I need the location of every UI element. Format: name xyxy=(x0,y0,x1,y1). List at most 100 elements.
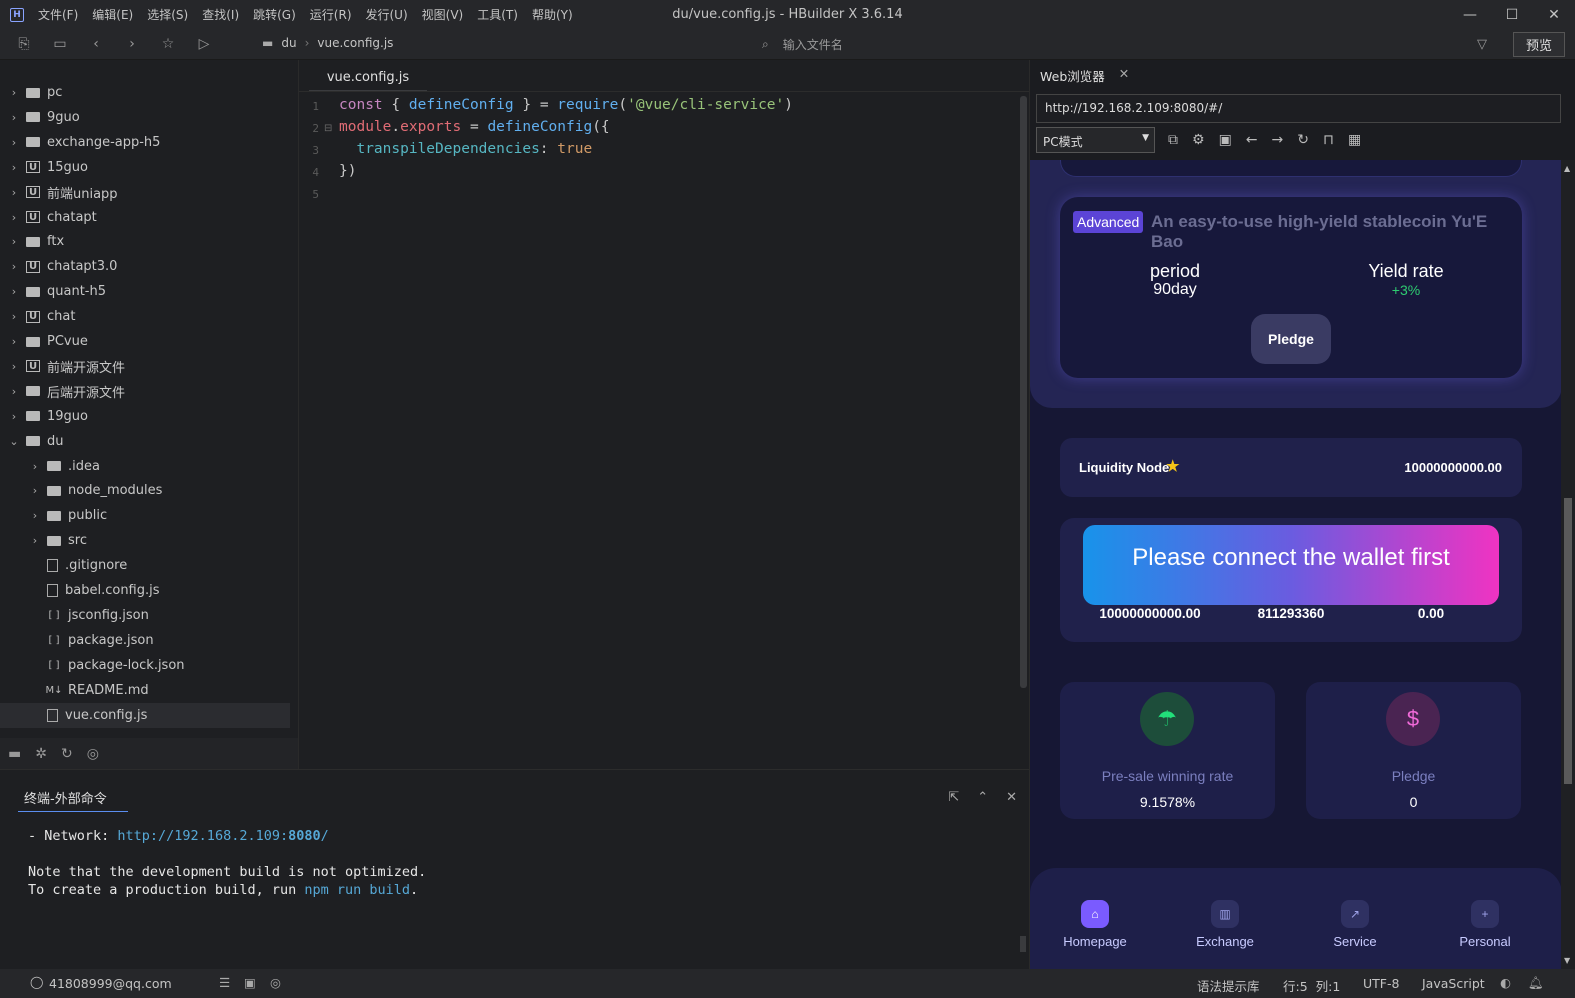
debug-icon[interactable]: ✲ xyxy=(35,746,47,762)
terminal-scrollbar[interactable] xyxy=(1020,936,1026,952)
plugin-status-icon[interactable]: ◎ xyxy=(270,975,281,990)
tree-item[interactable]: [ ] jsconfig.json xyxy=(0,603,290,628)
back-icon[interactable]: ‹ xyxy=(88,36,104,52)
preview-button[interactable]: 预览 xyxy=(1513,32,1565,57)
tree-item[interactable]: [ ] package.json xyxy=(0,628,290,653)
maximize-panel-icon[interactable]: ⌃ xyxy=(977,790,988,805)
chevron-right-icon[interactable]: › xyxy=(8,410,20,423)
scroll-up-icon[interactable]: ▲ xyxy=(1564,164,1570,173)
chevron-right-icon[interactable]: › xyxy=(8,360,20,373)
tree-item[interactable]: › U 前端uniapp xyxy=(0,180,290,205)
refresh-icon[interactable]: ↻ xyxy=(1297,132,1309,148)
tree-item[interactable]: › Uchat xyxy=(0,304,290,329)
tree-item[interactable]: babel.config.js xyxy=(0,578,290,603)
tree-item[interactable]: .gitignore xyxy=(0,553,290,578)
tree-item[interactable]: › 9guo xyxy=(0,105,290,130)
nav-service[interactable]: ↗ Service xyxy=(1315,892,1395,949)
menu-view[interactable]: 视图(V) xyxy=(422,6,464,23)
lock-icon[interactable]: ⊓ xyxy=(1323,132,1334,148)
tree-item[interactable]: › U 前端开源文件 xyxy=(0,354,290,379)
chevron-right-icon[interactable]: › xyxy=(8,335,20,348)
tree-item[interactable]: › node_modules xyxy=(0,478,290,503)
menu-run[interactable]: 运行(R) xyxy=(310,6,352,23)
chevron-right-icon[interactable]: › xyxy=(29,509,41,522)
chevron-right-icon[interactable]: › xyxy=(8,385,20,398)
sync-icon[interactable]: ◐ xyxy=(1500,975,1511,990)
tree-item[interactable]: › exchange-app-h5 xyxy=(0,130,290,155)
open-external-icon[interactable]: ⇱ xyxy=(948,790,959,805)
star-icon[interactable]: ☆ xyxy=(160,36,176,52)
network-url[interactable]: http://192.168.2.109: xyxy=(117,828,288,844)
code-line-4[interactable]: }) xyxy=(339,163,356,179)
terminal-tab[interactable]: 终端-外部命令 xyxy=(18,788,128,812)
account-label[interactable]: 41808999@qq.com xyxy=(49,976,172,991)
menu-find[interactable]: 查找(I) xyxy=(202,6,239,23)
nav-homepage[interactable]: ⌂ Homepage xyxy=(1055,892,1135,949)
chevron-right-icon[interactable]: › xyxy=(8,111,20,124)
breadcrumb-project[interactable]: du xyxy=(281,36,296,50)
chevron-right-icon[interactable]: › xyxy=(8,186,20,199)
run-icon[interactable]: ▷ xyxy=(196,36,212,52)
menu-file[interactable]: 文件(F) xyxy=(38,6,78,23)
qr-code-icon[interactable]: ▦ xyxy=(1348,132,1361,148)
code-line-3[interactable]: transpileDependencies: true xyxy=(339,141,592,157)
tree-item[interactable]: › ftx xyxy=(0,229,290,254)
menu-select[interactable]: 选择(S) xyxy=(147,6,188,23)
plugin-icon[interactable]: ◎ xyxy=(87,746,99,762)
tree-item[interactable]: › Uchatapt xyxy=(0,205,290,230)
scrollbar-thumb[interactable] xyxy=(1564,498,1572,784)
forward-arrow-icon[interactable]: → xyxy=(1272,132,1284,148)
tree-item[interactable]: › U 15guo xyxy=(0,155,290,180)
chevron-right-icon[interactable]: › xyxy=(29,460,41,473)
tree-item[interactable]: › PCvue xyxy=(0,329,290,354)
save-icon[interactable]: ▭ xyxy=(52,36,68,52)
menu-publish[interactable]: 发行(U) xyxy=(366,6,408,23)
menu-goto[interactable]: 跳转(G) xyxy=(253,6,296,23)
maximize-button[interactable]: ☐ xyxy=(1491,0,1533,29)
forward-icon[interactable]: › xyxy=(124,36,140,52)
browser-tab[interactable]: Web浏览器 ✕ xyxy=(1040,66,1129,85)
tree-item[interactable]: › public xyxy=(0,503,290,528)
bell-icon[interactable]: 🔔︎ xyxy=(1528,975,1544,991)
tree-item[interactable]: › pc xyxy=(0,80,290,105)
nav-exchange[interactable]: ▥ Exchange xyxy=(1185,892,1265,949)
chevron-right-icon[interactable]: › xyxy=(29,484,41,497)
breadcrumb-file[interactable]: vue.config.js xyxy=(317,36,393,50)
tree-item[interactable]: › Uchatapt3.0 xyxy=(0,254,290,279)
network-url-end[interactable]: / xyxy=(321,828,329,844)
chevron-right-icon[interactable]: › xyxy=(8,136,20,149)
close-panel-icon[interactable]: ✕ xyxy=(1006,790,1017,805)
chevron-right-icon[interactable]: › xyxy=(8,211,20,224)
file-search-input[interactable]: 输入文件名 xyxy=(783,36,843,53)
connect-wallet-button[interactable]: Please connect the wallet first xyxy=(1083,525,1499,605)
tree-item[interactable]: › 19guo xyxy=(0,404,290,429)
close-tab-icon[interactable]: ✕ xyxy=(1119,66,1129,85)
editor-tab[interactable]: vue.config.js xyxy=(309,64,427,92)
pledge-button[interactable]: Pledge xyxy=(1251,314,1331,364)
close-window-button[interactable]: ✕ xyxy=(1533,0,1575,29)
tree-item[interactable]: › .idea xyxy=(0,454,290,479)
syntax-hint-library[interactable]: 语法提示库 xyxy=(1197,976,1260,995)
tree-item[interactable]: › quant-h5 xyxy=(0,279,290,304)
console-icon[interactable]: ▣ xyxy=(1219,132,1232,148)
browser-tab-label[interactable]: Web浏览器 xyxy=(1040,66,1105,85)
chevron-right-icon[interactable]: › xyxy=(8,86,20,99)
cursor-position[interactable]: 行:5 列:1 xyxy=(1283,976,1340,995)
settings-icon[interactable]: ⚙ xyxy=(1192,132,1205,148)
chevron-right-icon[interactable]: › xyxy=(8,235,20,248)
fold-icon[interactable]: ⊟ xyxy=(324,123,332,134)
tree-item[interactable]: › 后端开源文件 xyxy=(0,379,290,404)
chevron-right-icon[interactable]: › xyxy=(8,310,20,323)
tree-item[interactable]: vue.config.js xyxy=(0,702,290,728)
mode-select[interactable]: PC模式 ▼ xyxy=(1036,127,1155,153)
encoding[interactable]: UTF-8 xyxy=(1363,976,1399,991)
scroll-down-icon[interactable]: ▼ xyxy=(1564,956,1570,965)
code-line-2[interactable]: module.exports = defineConfig({ xyxy=(339,119,610,135)
network-port[interactable]: 8080 xyxy=(288,828,321,844)
tree-item[interactable]: ⌄ du xyxy=(0,429,290,454)
nav-personal[interactable]: + Personal xyxy=(1445,892,1525,949)
menu-help[interactable]: 帮助(Y) xyxy=(532,6,573,23)
url-input[interactable]: http://192.168.2.109:8080/#/ xyxy=(1036,94,1561,123)
editor-scrollbar[interactable] xyxy=(1020,96,1027,688)
file-search[interactable]: ⌕ 输入文件名 xyxy=(762,36,843,53)
